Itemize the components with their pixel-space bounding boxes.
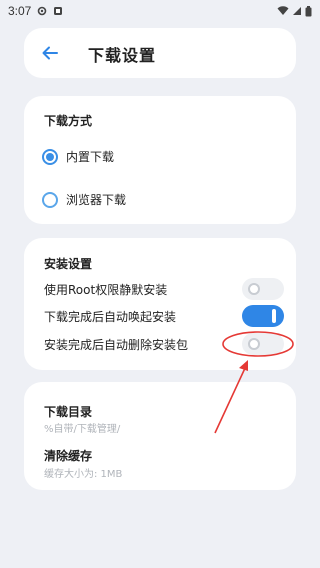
settings-icon <box>38 6 47 16</box>
signal-icon <box>293 7 301 15</box>
status-bar: 3:07 <box>0 0 320 22</box>
storage-card: 下载目录 %自带/下载管理/ 清除缓存 缓存大小为: 1MB <box>24 382 296 490</box>
install-settings-title: 安装设置 <box>44 257 93 271</box>
radio-label-browser: 浏览器下载 <box>66 193 127 207</box>
wifi-icon <box>277 6 289 15</box>
toggle-root-silent-install[interactable] <box>242 278 284 300</box>
radio-browser-download[interactable]: 浏览器下载 <box>42 191 126 208</box>
radio-unchecked-icon[interactable] <box>42 191 58 208</box>
radio-label-builtin: 内置下载 <box>66 150 115 164</box>
page-title: 下载设置 <box>88 46 157 65</box>
install-settings-card: 安装设置 使用Root权限静默安装 下载完成后自动唤起安装 安装完成后自动删除安… <box>24 238 296 370</box>
download-method-title: 下载方式 <box>44 114 93 128</box>
toggle-knob <box>248 338 260 350</box>
toggle-row-auto-delete-package: 安装完成后自动删除安装包 <box>44 333 284 355</box>
radio-checked-icon[interactable] <box>42 148 58 165</box>
toggle-knob <box>248 283 260 295</box>
download-directory-title[interactable]: 下载目录 <box>44 403 92 420</box>
toggle-label-auto-launch-install: 下载完成后自动唤起安装 <box>44 309 177 324</box>
header-card: 下载设置 <box>24 28 296 78</box>
toggle-knob <box>272 309 276 323</box>
toggle-row-auto-launch-install: 下载完成后自动唤起安装 <box>44 305 284 327</box>
notification-icon <box>54 7 63 15</box>
battery-icon <box>305 5 312 16</box>
clear-cache-title[interactable]: 清除缓存 <box>44 447 92 464</box>
download-method-card: 下载方式 内置下载 浏览器下载 <box>24 96 296 224</box>
status-time: 3:07 <box>8 4 32 18</box>
arrow-left-icon <box>42 46 58 60</box>
toggle-auto-delete-package[interactable] <box>242 333 284 355</box>
download-directory-path: %自带/下载管理/ <box>44 424 121 435</box>
toggle-auto-launch-install[interactable] <box>242 305 284 327</box>
toggle-label-root-silent-install: 使用Root权限静默安装 <box>44 282 168 297</box>
back-button[interactable] <box>38 41 62 65</box>
toggle-label-auto-delete-package: 安装完成后自动删除安装包 <box>44 337 189 352</box>
toggle-row-root-silent-install: 使用Root权限静默安装 <box>44 278 284 300</box>
cache-size-text: 缓存大小为: 1MB <box>44 469 123 480</box>
radio-builtin-download[interactable]: 内置下载 <box>42 148 114 165</box>
